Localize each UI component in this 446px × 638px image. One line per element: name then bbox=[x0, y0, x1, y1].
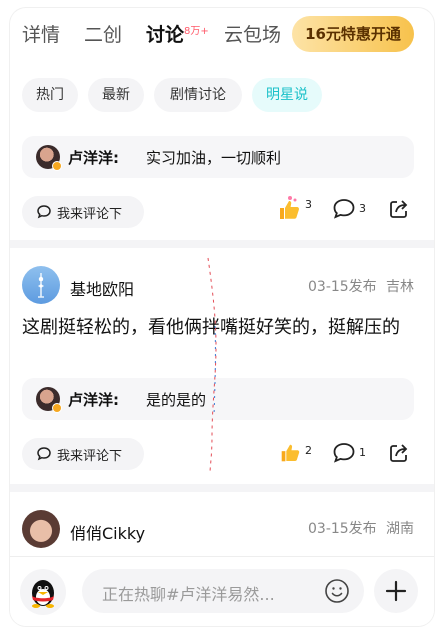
tower-icon bbox=[38, 273, 44, 298]
thumbs-up-icon bbox=[280, 196, 299, 219]
comment-count: 1 bbox=[359, 446, 366, 459]
filter-star-says[interactable]: 明星说 bbox=[252, 78, 322, 112]
filter-latest[interactable]: 最新 bbox=[88, 78, 144, 112]
comment-count-button[interactable]: 3 bbox=[332, 198, 368, 226]
post-body-text[interactable]: 这剧挺轻松的，看他俩拌嘴挺好笑的，挺解压的 bbox=[22, 314, 422, 342]
tab-bar: 详情 二创 讨论 8万+ 云包场 16元特惠开通 bbox=[10, 8, 434, 60]
post-divider bbox=[10, 240, 434, 248]
reply-text: 实习加油，一切顺利 bbox=[146, 149, 282, 167]
comment-bubble-icon bbox=[37, 447, 51, 461]
user-avatar[interactable] bbox=[22, 266, 60, 304]
write-comment-button[interactable]: 我来评论下 bbox=[22, 196, 144, 228]
comment-count-button[interactable]: 1 bbox=[332, 442, 368, 470]
post-username[interactable]: 俏俏Cikky bbox=[70, 520, 145, 544]
comment-bubble-icon bbox=[37, 205, 51, 219]
share-button[interactable] bbox=[388, 442, 412, 470]
vip-offer-button[interactable]: 16元特惠开通 bbox=[292, 16, 414, 52]
tab-discussion[interactable]: 讨论 bbox=[146, 20, 184, 47]
qq-penguin-icon[interactable] bbox=[20, 569, 66, 615]
post-date: 03-15发布 bbox=[308, 279, 377, 295]
post-date: 03-15发布 bbox=[308, 521, 377, 537]
reply-author: 卢洋洋: bbox=[68, 391, 119, 409]
tab-details[interactable]: 详情 bbox=[22, 20, 60, 47]
comment-count: 3 bbox=[359, 202, 366, 215]
reply-text: 是的是的 bbox=[146, 391, 207, 409]
share-icon bbox=[390, 444, 408, 462]
post-divider bbox=[10, 484, 434, 492]
post-username[interactable]: 基地欧阳 bbox=[70, 276, 134, 300]
filter-hot[interactable]: 热门 bbox=[22, 78, 78, 112]
share-icon bbox=[390, 200, 408, 218]
discussion-count-badge: 8万+ bbox=[184, 26, 209, 37]
thumbs-up-icon bbox=[281, 444, 300, 462]
scribble-mark bbox=[207, 257, 217, 475]
post-location: 湖南 bbox=[386, 521, 414, 537]
share-button[interactable] bbox=[388, 198, 412, 226]
penguin-icon bbox=[32, 580, 54, 608]
filter-plot-discussion[interactable]: 剧情讨论 bbox=[154, 78, 242, 112]
verified-badge-icon bbox=[52, 403, 62, 413]
comment-bubble-icon bbox=[333, 443, 355, 463]
content-panel: 详情 二创 讨论 8万+ 云包场 16元特惠开通 热门 最新 剧情讨论 明星说 … bbox=[10, 8, 434, 626]
reply-author: 卢洋洋: bbox=[68, 149, 119, 167]
write-comment-button[interactable]: 我来评论下 bbox=[22, 438, 144, 470]
comment-bubble-icon bbox=[333, 199, 355, 219]
plus-icon bbox=[385, 580, 407, 602]
comment-input-placeholder: 正在热聊#卢洋洋易然... bbox=[102, 585, 275, 604]
write-comment-label: 我来评论下 bbox=[57, 207, 123, 222]
like-button[interactable]: 2 bbox=[278, 440, 316, 468]
tab-derivatives[interactable]: 二创 bbox=[84, 20, 122, 47]
verified-badge-icon bbox=[52, 161, 62, 171]
comment-input[interactable]: 正在热聊#卢洋洋易然... bbox=[82, 569, 364, 613]
like-count: 3 bbox=[305, 198, 312, 211]
write-comment-label: 我来评论下 bbox=[57, 449, 123, 464]
like-button[interactable]: 3 bbox=[276, 194, 316, 222]
bottom-input-bar: 正在热聊#卢洋洋易然... bbox=[10, 556, 434, 626]
add-button[interactable] bbox=[374, 569, 418, 613]
post-location: 吉林 bbox=[386, 279, 414, 295]
user-avatar[interactable] bbox=[22, 510, 60, 548]
emoji-icon[interactable] bbox=[324, 578, 350, 604]
reply-quote[interactable]: 卢洋洋: 实习加油，一切顺利 bbox=[22, 136, 414, 178]
like-count: 2 bbox=[305, 444, 312, 457]
tab-cloud-booking[interactable]: 云包场 bbox=[224, 20, 281, 47]
